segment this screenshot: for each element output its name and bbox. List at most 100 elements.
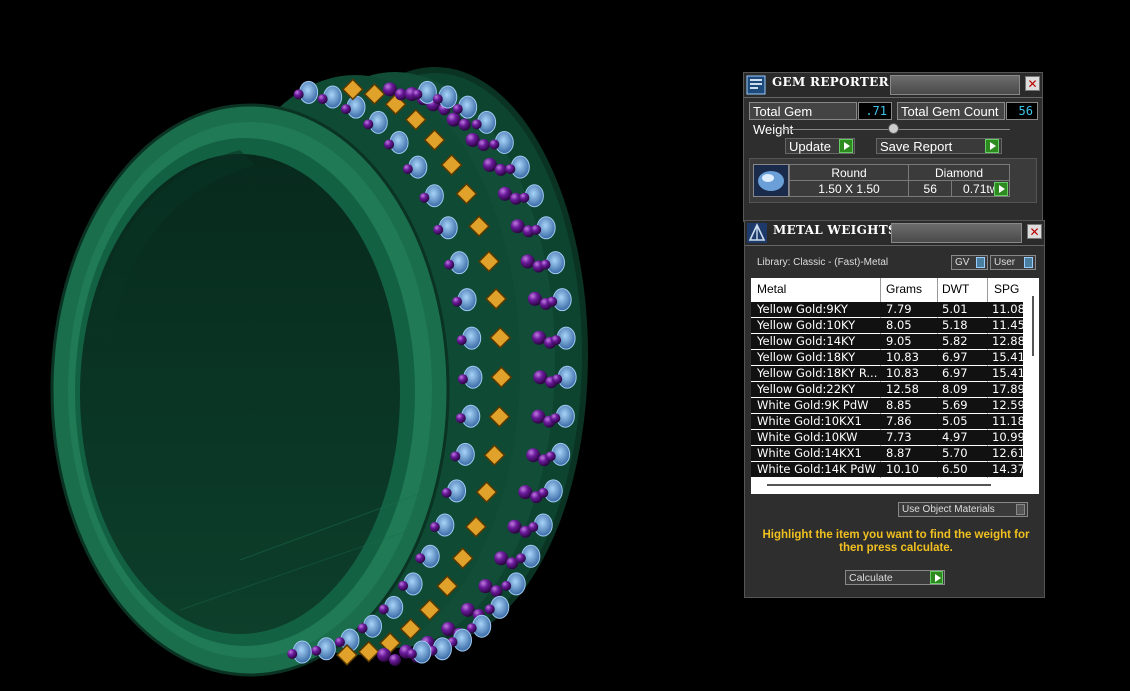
calculate-arrow-icon[interactable] [930,571,943,584]
amethyst-bead [317,94,328,105]
table-row[interactable]: White Gold:14K PdW 10.10 6.50 14.37 [751,462,1025,477]
save-report-button[interactable]: Save Report [876,138,1002,154]
amethyst-bead [412,89,423,100]
gem-row-arrow-icon[interactable] [994,182,1008,196]
table-row[interactable]: Yellow Gold:18KY 10.83 6.97 15.41 [751,350,1025,365]
cell-metal: Yellow Gold:9KY [757,302,848,316]
col-dwt[interactable]: DWT [942,282,969,296]
metal-list[interactable]: Metal Grams DWT SPG Yellow Gold:9KY 7.79 5… [751,278,1039,494]
metal-weights-panel: METAL WEIGHTS ✕ Library: Classic - (Fast… [744,220,1045,598]
table-row[interactable]: Yellow Gold:18KY R... 10.83 6.97 15.41 [751,366,1025,381]
cell-dwt: 5.82 [942,334,968,348]
gem-details-table[interactable]: Round Diamond 1.50 X 1.50 56 0.71tw [789,164,1010,197]
cell-metal: Yellow Gold:10KY [757,318,856,332]
amethyst-bead [497,186,512,201]
amethyst-bead [384,139,395,150]
amethyst-bead [293,89,304,100]
gem-thumbnail[interactable] [753,164,789,197]
col-grams[interactable]: Grams [886,282,922,296]
save-report-arrow-icon[interactable] [985,139,999,153]
user-toggle[interactable]: User [990,255,1036,270]
amethyst-bead [515,553,526,564]
3d-viewport[interactable] [0,0,730,691]
amethyst-bead [545,451,556,462]
cell-dwt: 5.70 [942,446,968,460]
amethyst-bead [507,519,522,534]
gem-reporter-titlebar[interactable]: GEM REPORTER ✕ [744,73,1042,98]
cell-metal: White Gold:9K PdW [757,398,869,412]
amethyst-bead [334,637,345,648]
cell-dwt: 8.09 [942,382,968,396]
gem-shape: Round [789,164,909,181]
cell-dwt: 6.97 [942,366,968,380]
report-icon [746,75,766,95]
total-gem-count-value[interactable]: 56 [1006,102,1038,120]
gem-details-header: Round Diamond [789,164,1010,181]
metal-weights-titlebar[interactable]: METAL WEIGHTS ✕ [745,221,1044,246]
slider-handle[interactable] [888,123,899,134]
cell-spg: 15.41 [992,350,1025,364]
amethyst-bead [478,579,493,594]
metal-weights-title: METAL WEIGHTS [773,223,897,237]
cell-dwt: 5.69 [942,398,968,412]
amethyst-bead [494,163,507,176]
vertical-scrollbar[interactable] [1032,296,1034,356]
cell-spg: 12.88 [992,334,1025,348]
titlebar-drag-area[interactable] [891,223,1022,243]
amethyst-bead [446,112,461,127]
cell-grams: 10.10 [886,462,919,476]
amethyst-bead [551,335,562,346]
amethyst-bead [287,648,298,659]
amethyst-bead [510,219,525,234]
use-object-materials-indicator [1016,504,1025,515]
use-object-materials-label: Use Object Materials [902,504,995,515]
calculate-hint: Highlight the item you want to find the … [762,529,1030,554]
cell-grams: 8.85 [886,398,912,412]
table-row[interactable]: White Gold:14KX1 8.87 5.70 12.61 [751,446,1025,461]
amethyst-bead [490,585,503,598]
gv-toggle[interactable]: GV [951,255,988,270]
table-row[interactable]: Yellow Gold:9KY 7.79 5.01 11.08 [751,302,1025,317]
gem-stone: Diamond [908,164,1010,181]
amethyst-bead [455,413,466,424]
use-object-materials-toggle[interactable]: Use Object Materials [898,502,1028,517]
close-icon[interactable]: ✕ [1027,224,1042,239]
col-spg[interactable]: SPG [994,282,1019,296]
cell-spg: 15.41 [992,366,1025,380]
total-gem-count-label: Total Gem Count [897,102,1005,120]
amethyst-bead [363,119,374,130]
amethyst-bead [532,330,547,345]
table-row[interactable]: Yellow Gold:10KY 8.05 5.18 11.45 [751,318,1025,333]
cell-grams: 12.58 [886,382,919,396]
gem-reporter-panel: GEM REPORTER ✕ Total Gem Weight .71 Tota… [743,72,1043,222]
close-icon[interactable]: ✕ [1025,76,1040,91]
amethyst-bead [540,259,551,270]
total-gem-weight-value[interactable]: .71 [858,102,892,120]
update-arrow-icon[interactable] [839,139,853,153]
gem-reporter-title: GEM REPORTER [772,75,889,89]
cell-metal: Yellow Gold:22KY [757,382,856,396]
table-row[interactable]: White Gold:10KW 7.73 4.97 10.99 [751,430,1025,445]
amethyst-bead [494,551,509,566]
gv-indicator [976,257,985,268]
table-row[interactable]: White Gold:9K PdW 8.85 5.69 12.59 [751,398,1025,413]
amethyst-bead [456,335,467,346]
cell-metal: White Gold:14K PdW [757,462,876,476]
table-row[interactable]: Yellow Gold:22KY 12.58 8.09 17.89 [751,382,1025,397]
cell-grams: 8.05 [886,318,912,332]
cell-dwt: 4.97 [942,430,968,444]
amethyst-bead [538,487,549,498]
amethyst-bead [526,448,541,463]
horizontal-scrollbar[interactable] [767,484,991,486]
amethyst-bead [357,623,368,634]
table-row[interactable]: White Gold:10KX1 7.86 5.05 11.18 [751,414,1025,429]
amethyst-bead [398,580,409,591]
cell-grams: 10.83 [886,366,919,380]
titlebar-drag-area[interactable] [890,75,1020,95]
table-row[interactable]: Yellow Gold:14KY 9.05 5.82 12.88 [751,334,1025,349]
amethyst-bead [377,647,392,662]
save-report-label: Save Report [880,139,953,154]
col-metal[interactable]: Metal [757,282,786,296]
amethyst-bead [433,224,444,235]
amethyst-bead [552,374,563,385]
